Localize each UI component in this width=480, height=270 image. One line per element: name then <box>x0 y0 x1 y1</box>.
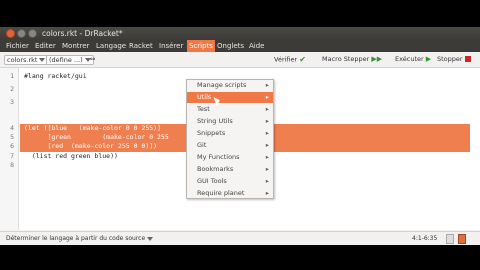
window-title: colors.rkt - DrRacket* <box>42 29 123 38</box>
scripts-menu-item[interactable]: String Utils ▸ <box>187 116 273 127</box>
menu-help[interactable]: Aide <box>249 42 264 50</box>
stepper-icon: ▶▶ <box>371 55 383 63</box>
document-icon <box>446 234 454 244</box>
line-number: 2 <box>10 85 14 93</box>
language-status[interactable]: Déterminer le langage à partir du code s… <box>6 235 154 242</box>
scripts-menu-item[interactable]: Test ▸ <box>187 104 273 115</box>
drracket-window: colors.rkt - DrRacket* Fichier Editer Mo… <box>0 27 480 245</box>
line-number: 3 <box>10 98 14 106</box>
macro-stepper-button[interactable]: Macro Stepper ▶▶ <box>322 55 382 63</box>
scripts-menu-item[interactable]: Require planet ▸ <box>187 188 273 199</box>
menu-tabs[interactable]: Onglets <box>217 42 244 50</box>
code-line: (list red green blue)) <box>24 152 118 160</box>
chevron-right-icon: ▸ <box>265 117 269 125</box>
menu-view[interactable]: Montrer <box>62 42 89 50</box>
line-number-gutter: 1 2 3 4 5 6 7 8 <box>0 68 19 230</box>
chevron-right-icon: ▸ <box>265 177 269 185</box>
navigation-icon[interactable]: ⇔ <box>90 55 95 63</box>
scripts-menu-item[interactable]: My Functions ▸ <box>187 152 273 163</box>
stop-icon <box>464 56 471 62</box>
file-dropdown[interactable]: colors.rkt <box>4 55 49 65</box>
menu-insert[interactable]: Insérer <box>159 42 183 50</box>
run-icon: ▶ <box>425 55 432 63</box>
scripts-menu: Manage scripts ▸ Utils ▸ Test ▸ String U… <box>186 79 274 199</box>
verify-label: Vérifier <box>274 55 298 64</box>
code-line: #lang racket/gui <box>24 72 87 80</box>
line-number: 7 <box>10 152 14 160</box>
menu-bar: Fichier Editer Montrer Langage Racket In… <box>0 40 480 52</box>
status-bar: Déterminer le langage à partir du code s… <box>0 231 480 245</box>
menu-scripts[interactable]: Scripts <box>187 40 215 52</box>
check-icon: ✔ <box>299 55 306 64</box>
menu-racket[interactable]: Racket <box>129 42 153 50</box>
menu-language[interactable]: Langage <box>96 42 126 50</box>
language-status-label: Déterminer le langage à partir du code s… <box>6 235 146 242</box>
line-number: 4 <box>10 124 14 132</box>
run-label: Exécuter <box>395 55 424 63</box>
toolbar: colors.rkt (define ...) ⇔ Vérifier ✔ Mac… <box>0 52 480 68</box>
stop-button[interactable]: Stopper <box>437 55 471 63</box>
define-dropdown-label: (define ...) <box>49 56 83 64</box>
line-number: 6 <box>10 142 14 150</box>
verify-button[interactable]: Vérifier ✔ <box>274 55 306 64</box>
stop-label: Stopper <box>437 55 463 63</box>
menu-file[interactable]: Fichier <box>6 42 29 50</box>
chevron-right-icon: ▸ <box>265 153 269 161</box>
line-number: 1 <box>10 72 14 80</box>
scripts-menu-item[interactable]: Bookmarks ▸ <box>187 164 273 175</box>
chevron-right-icon: ▸ <box>265 93 269 101</box>
line-number: 5 <box>10 133 14 141</box>
minimize-button[interactable] <box>17 29 26 38</box>
scripts-menu-item[interactable]: Utils ▸ <box>187 92 273 103</box>
scripts-menu-item[interactable]: Snippets ▸ <box>187 128 273 139</box>
scripts-menu-item[interactable]: GUI Tools ▸ <box>187 176 273 187</box>
maximize-button[interactable] <box>28 29 37 38</box>
macro-stepper-label: Macro Stepper <box>322 55 370 63</box>
chevron-right-icon: ▸ <box>265 105 269 113</box>
file-dropdown-label: colors.rkt <box>7 56 38 64</box>
chevron-right-icon: ▸ <box>265 141 269 149</box>
video-frame: colors.rkt - DrRacket* Fichier Editer Mo… <box>0 0 480 270</box>
chevron-right-icon: ▸ <box>265 165 269 173</box>
chevron-right-icon: ▸ <box>265 189 269 197</box>
file-status-icon <box>458 234 466 244</box>
code-line-selected: [green (make-color 0 255 <box>24 133 169 141</box>
chevron-right-icon: ▸ <box>265 81 269 89</box>
run-button[interactable]: Exécuter ▶ <box>395 55 431 63</box>
menu-edit[interactable]: Editer <box>35 42 56 50</box>
title-bar: colors.rkt - DrRacket* <box>0 27 480 40</box>
define-dropdown[interactable]: (define ...) <box>46 55 94 65</box>
line-number: 8 <box>10 161 14 169</box>
close-button[interactable] <box>6 29 15 38</box>
chevron-down-icon <box>39 58 46 62</box>
chevron-down-icon <box>147 236 154 241</box>
cursor-position: 4:1-6:35 <box>412 235 438 242</box>
code-line-selected: [red (make-color 255 0 0)]) <box>24 142 158 150</box>
chevron-right-icon: ▸ <box>265 129 269 137</box>
scripts-menu-item[interactable]: Manage scripts ▸ <box>187 80 273 91</box>
code-line-selected: (let ([blue (make-color 0 0 255)] <box>24 124 161 132</box>
scripts-menu-item[interactable]: Git ▸ <box>187 140 273 151</box>
